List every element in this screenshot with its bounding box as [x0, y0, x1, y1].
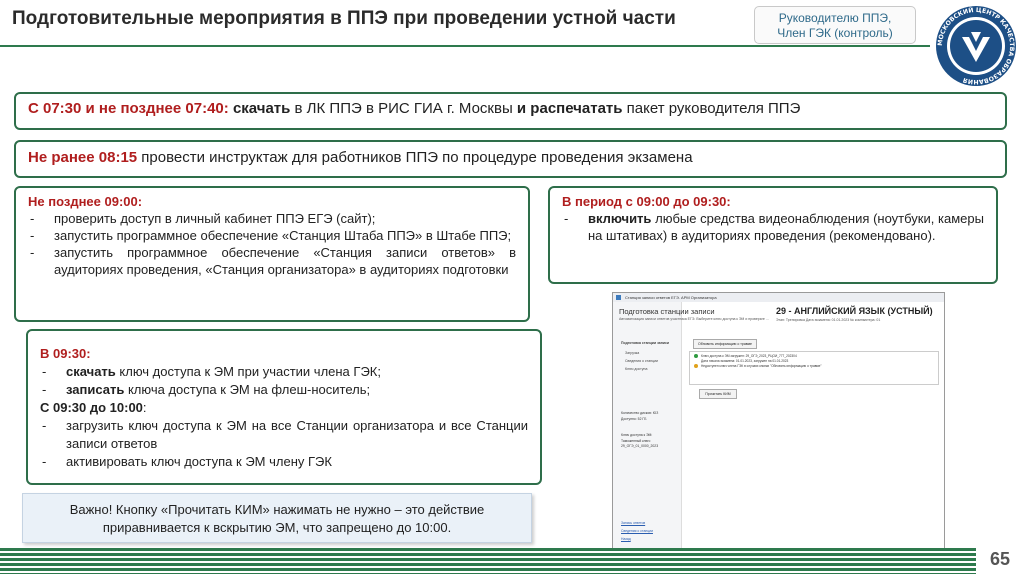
refresh-info-button[interactable]: Обновить информацию о травме [693, 339, 757, 349]
list-item: проверить доступ в личный кабинет ППЭ ЕГ… [28, 210, 516, 227]
step-0730-download: С 07:30 и не позднее 07:40: скачать в ЛК… [14, 92, 1007, 130]
disk-free: Доступно: 52 ГБ [621, 417, 647, 421]
step1-text-2: пакет руководителя ППЭ [626, 100, 801, 117]
step1-action-download: скачать [232, 100, 291, 117]
list-item: запустить программное обеспечение «Станц… [28, 244, 516, 278]
list-item: записать ключа доступа к ЭМ на флеш-носи… [40, 381, 528, 399]
role-box: Руководителю ППЭ, Член ГЭК (контроль) [754, 6, 916, 44]
key-label: Ключ доступа к ЭМ: [621, 433, 653, 437]
step-0930-keys: В 09:30: скачать ключ доступа к ЭМ при у… [26, 329, 542, 485]
success-icon [694, 354, 698, 359]
list-item: запустить программное обеспечение «Станц… [28, 227, 516, 244]
nav-item[interactable]: Ключ доступа [625, 367, 647, 371]
app-icon [616, 295, 621, 300]
list-item: загрузить ключ доступа к ЭМ на все Станц… [40, 417, 528, 453]
status-messages: Ключ доступа к ЭМ загружен: 29_ОГЭ_2023_… [689, 351, 939, 385]
list-item: активировать ключ доступа к ЭМ члену ГЭК [40, 453, 528, 471]
status-warn-line: Недоступен ключ члена ГЭК в случаях кноп… [694, 364, 934, 369]
key-value: Таможенный ключ: 29_ОГЭ_01_0000_2023 [621, 439, 659, 448]
role-line-2: Член ГЭК (контроль) [777, 26, 893, 40]
step2-text: провести инструктаж для работников ППЭ п… [141, 149, 693, 166]
step1-action-print: и распечатать [516, 100, 623, 117]
exam-sub: Этап: Тренировка Дата экзамена: 01.01.20… [776, 318, 881, 322]
step5-text: ключа доступа к ЭМ на флеш-носитель; [127, 382, 371, 397]
nav-item[interactable]: Сведения о станции [625, 359, 658, 363]
step5-action-write: записать [66, 382, 125, 397]
step-0900-0930-video: В период с 09:00 до 09:30: включить любы… [548, 186, 998, 284]
note-line-2: приравнивается к вскрытию ЭМ, что запрещ… [102, 520, 452, 535]
step1-text-1: в ЛК ППЭ в РИС ГИА г. Москвы [294, 100, 513, 117]
organization-logo: МОСКОВСКИЙ ЦЕНТР КАЧЕСТВА ОБРАЗОВАНИЯ [934, 4, 1018, 88]
step2-time: Не ранее 08:15 [28, 149, 138, 166]
footer-stripes [0, 548, 1024, 574]
warning-icon [694, 364, 698, 369]
role-line-1: Руководителю ППЭ, [778, 11, 892, 25]
step-0900-checks: Не позднее 09:00: проверить доступ в лич… [14, 186, 530, 322]
nav-heading: Подготовка станции записи [621, 341, 670, 345]
station-sidebar [613, 302, 682, 549]
step5-heading-2: С 09:30 до 10:00: [40, 400, 147, 415]
exam-title: 29 - АНГЛИЙСКИЙ ЯЗЫК (УСТНЫЙ) [776, 306, 933, 316]
disk-count: Количество дисков: ЮЗ [621, 411, 659, 415]
important-note: Важно! Кнопку «Прочитать КИМ» нажимать н… [22, 493, 532, 543]
station-screenshot: Станция записи ответов ЕГЭ. АРМ Организа… [612, 292, 945, 550]
read-kim-button[interactable]: Прочитать КИМ [699, 389, 737, 399]
step3-heading: Не позднее 09:00: [28, 194, 143, 209]
station-heading-sub: Автоматизация записи ответов участника Е… [619, 317, 769, 321]
step5-heading-1: В 09:30: [40, 346, 91, 361]
page-title: Подготовительные мероприятия в ППЭ при п… [12, 8, 676, 29]
link-answers[interactable]: Запись ответов [621, 521, 645, 525]
note-line-1: Важно! Кнопку «Прочитать КИМ» нажимать н… [69, 502, 485, 517]
step4-action: включить [588, 211, 652, 226]
nav-item[interactable]: Загрузка [625, 351, 639, 355]
link-station-info[interactable]: Сведения о станции [621, 529, 653, 533]
page-number: 65 [976, 544, 1024, 574]
step4-heading: В период с 09:00 до 09:30: [562, 194, 731, 209]
window-title: Станция записи ответов ЕГЭ. АРМ Организа… [613, 293, 944, 302]
list-item: включить любые средства видеонаблюдения … [562, 210, 984, 244]
step5-action-download: скачать [66, 364, 116, 379]
station-heading: Подготовка станции записи [619, 307, 715, 316]
step5-text: ключ доступа к ЭМ при участии члена ГЭК; [119, 364, 381, 379]
step1-time: С 07:30 и не позднее 07:40: [28, 100, 229, 117]
list-item: скачать ключ доступа к ЭМ при участии чл… [40, 363, 528, 381]
header-divider [0, 45, 930, 47]
link-back[interactable]: Назад [621, 537, 631, 541]
step-0815-briefing: Не ранее 08:15 провести инструктаж для р… [14, 140, 1007, 178]
